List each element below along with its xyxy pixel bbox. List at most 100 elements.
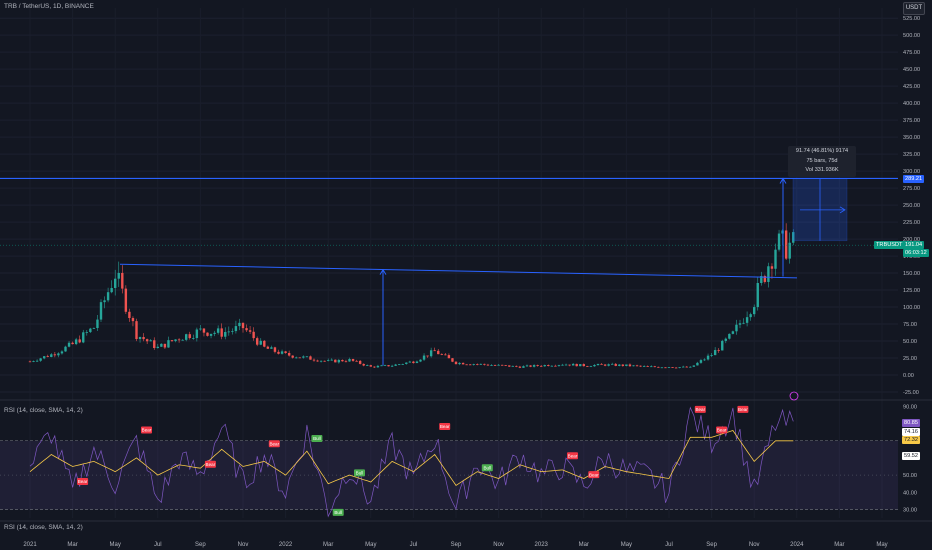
measure-change: 91.74 (46.81%) 9174	[795, 148, 849, 154]
candle-body	[74, 339, 78, 345]
bear-label-text: Bear	[206, 462, 216, 467]
candle-body	[529, 365, 532, 367]
candle-body	[696, 362, 699, 366]
candle-body	[500, 364, 504, 366]
candle-body	[145, 339, 149, 342]
price-tick-label: 350.00	[903, 135, 920, 141]
candle-body	[653, 366, 656, 368]
candle-body	[646, 366, 649, 367]
candle-body	[138, 337, 142, 340]
candle-body	[756, 282, 759, 308]
candle-body	[564, 364, 568, 366]
candle-body	[429, 350, 433, 357]
candle-body	[298, 357, 301, 359]
candle-body	[50, 354, 53, 357]
candle-body	[731, 331, 735, 334]
candle-body	[419, 359, 422, 362]
candle-body	[351, 359, 355, 361]
candle-body	[575, 363, 578, 367]
bull-label-text: Bull	[334, 510, 342, 515]
candle-body	[256, 338, 259, 345]
candle-body	[330, 359, 333, 361]
price-tick-label: 125.00	[903, 288, 920, 294]
rsi-title[interactable]: RSI (14, close, SMA, 14, 2)	[4, 407, 83, 414]
candle-body	[433, 350, 436, 352]
rsi-upper-tag: 74.16	[902, 428, 920, 436]
candle-body	[156, 346, 159, 349]
price-tick-label: 150.00	[903, 271, 920, 277]
candle-body	[735, 324, 738, 332]
bear-label-text: Bear	[142, 428, 152, 433]
candle-body	[458, 362, 461, 365]
candle-body	[774, 249, 777, 269]
candle-body	[685, 366, 688, 368]
time-tick-label: Jul	[154, 542, 162, 548]
candle-body	[497, 364, 500, 366]
candle-body	[504, 365, 507, 367]
candle-body	[383, 365, 387, 366]
candle-body	[777, 233, 781, 250]
candle-body	[149, 340, 152, 342]
time-tick-label: 2024	[790, 542, 804, 548]
candle-body	[291, 355, 294, 358]
price-tick-label: 25.00	[903, 356, 917, 362]
time-tick-label: May	[110, 542, 121, 548]
candle-body	[738, 323, 742, 325]
candle-body	[582, 364, 585, 367]
candle-body	[603, 364, 607, 366]
candle-body	[664, 367, 667, 369]
candle-body	[692, 365, 696, 367]
candle-body	[220, 328, 223, 337]
candle-body	[543, 365, 546, 367]
time-axis[interactable]: 2021 Mar May Jul Sep Nov 2022 Mar May Jul Sep Nov 20…	[23, 542, 887, 548]
candle-body	[710, 355, 713, 356]
candle-body	[78, 339, 81, 343]
price-tick-label: -25.00	[903, 390, 919, 396]
time-tick-label: Jul	[410, 542, 418, 548]
price-tick-label: 100.00	[903, 305, 920, 311]
rsi-tick-label: 90.00	[903, 404, 917, 410]
candle-body	[753, 307, 756, 315]
candle-body	[369, 365, 372, 367]
candle-body	[486, 364, 490, 366]
candle-body	[170, 340, 174, 342]
rsi-title-collapsed[interactable]: RSI (14, close, SMA, 14, 2)	[4, 524, 83, 531]
candle-body	[334, 359, 337, 363]
candle-body	[476, 364, 479, 365]
candle-body	[532, 365, 536, 367]
bull-label-text: Bull	[356, 471, 364, 476]
rsi-tick-label: 40.00	[903, 490, 917, 496]
candle-body	[717, 350, 720, 351]
price-tick-label: 325.00	[903, 152, 920, 158]
candle-body	[60, 351, 64, 354]
bull-label-text: Bull	[483, 465, 491, 470]
candle-body	[64, 346, 67, 352]
candle-body	[451, 358, 454, 362]
time-tick-label: Mar	[579, 542, 589, 548]
candle-body	[699, 360, 703, 363]
candle-body	[195, 329, 199, 339]
candle-body	[422, 355, 426, 360]
currency-button[interactable]: USDT	[903, 2, 925, 15]
candle-body	[355, 360, 358, 362]
candle-body	[131, 318, 135, 322]
price-tick-label: 50.00	[903, 339, 917, 345]
candle-body	[227, 331, 230, 333]
candle-body	[621, 364, 625, 366]
candle-body	[266, 346, 270, 349]
candle-body	[185, 334, 188, 340]
candle-body	[67, 342, 71, 347]
chart-canvas[interactable]: -25.00 0.00 25.00 50.00 75.00 100.00 125.00 150…	[0, 0, 932, 550]
measure-bars: 75 bars, 75d	[806, 157, 838, 164]
rsi-tick-label: 30.00	[903, 507, 917, 513]
candle-body	[415, 361, 419, 364]
candle-body	[202, 328, 206, 333]
candle-body	[440, 354, 443, 355]
candle-body	[571, 363, 575, 366]
symbol-title[interactable]: TRB / TetherUS, 1D, BINANCE	[4, 3, 94, 10]
candle-body	[358, 360, 362, 364]
bull-label-text: Bull	[313, 436, 321, 441]
candle-body	[224, 331, 227, 337]
candle-body	[401, 363, 404, 365]
candle-body	[273, 347, 277, 352]
